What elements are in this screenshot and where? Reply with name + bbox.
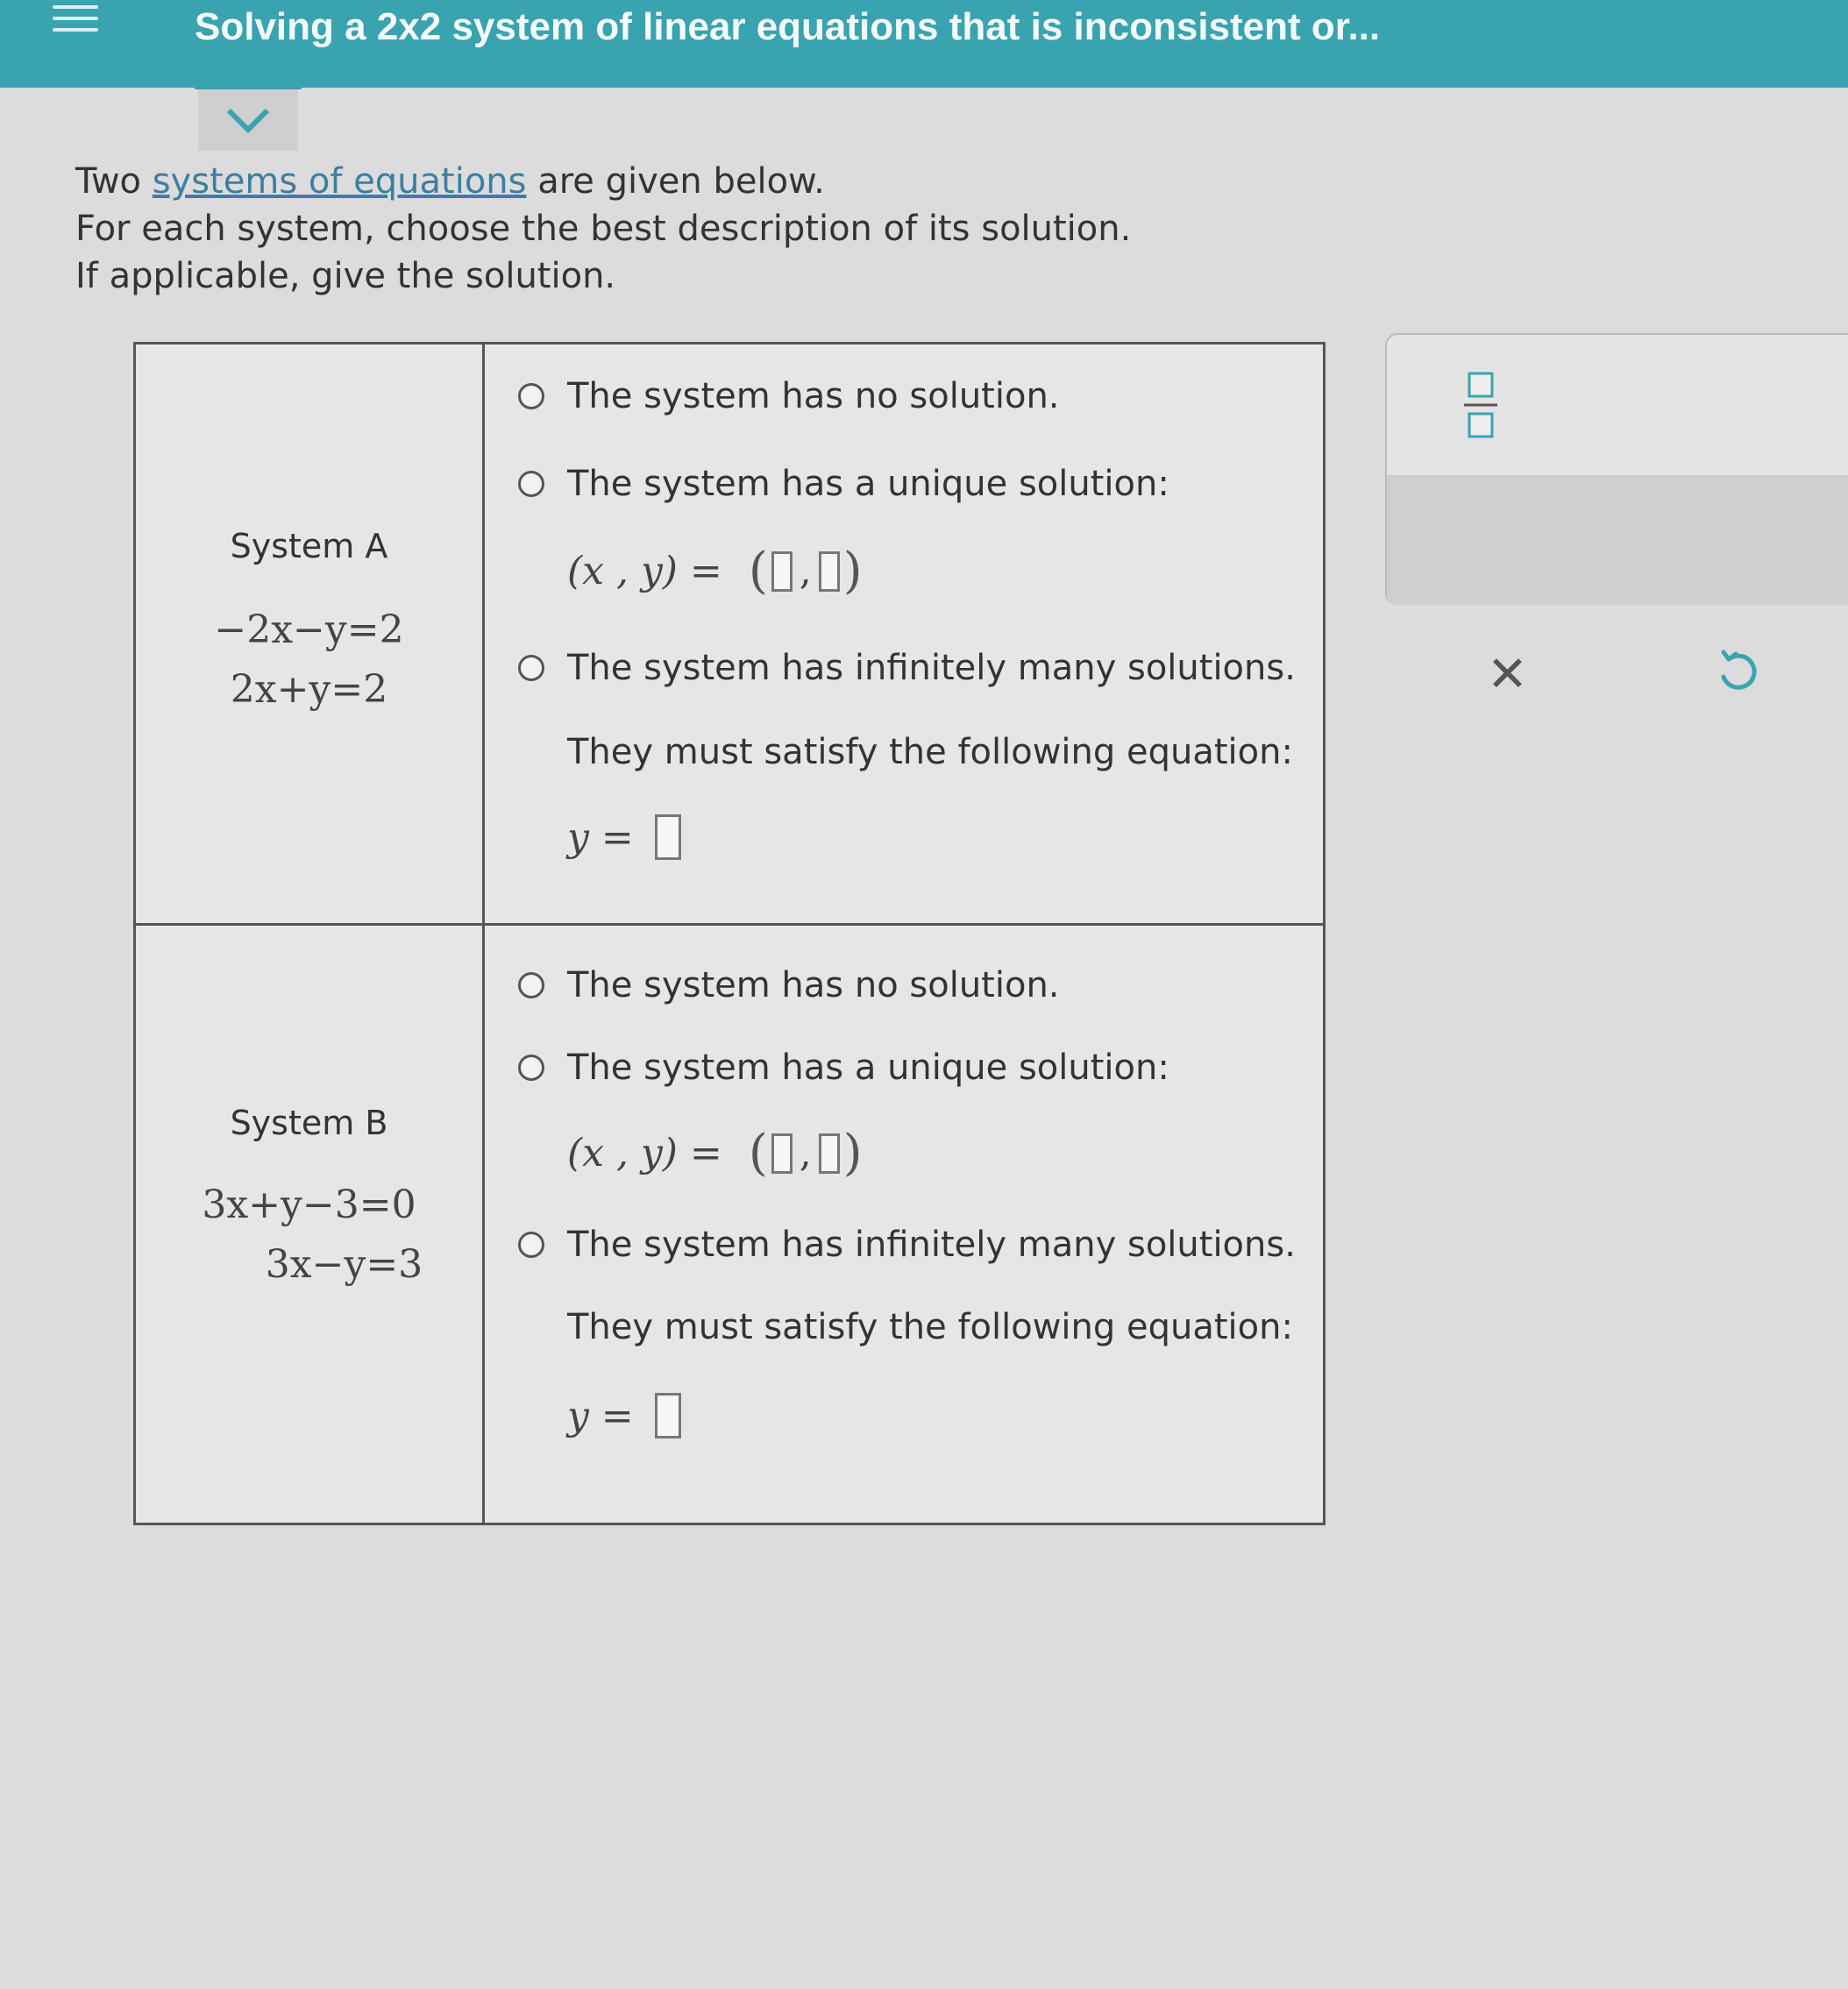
- tool-actions: ✕: [1387, 475, 1848, 700]
- menu-icon[interactable]: [53, 5, 98, 32]
- radio-button[interactable]: [518, 471, 544, 497]
- option-label: The system has no solution.: [567, 965, 1060, 1005]
- row-divider: [136, 923, 1323, 926]
- system-a-option-no-solution[interactable]: The system has no solution.: [518, 376, 1060, 416]
- system-a-label: System A: [230, 527, 388, 565]
- fraction-icon[interactable]: [1464, 370, 1497, 440]
- system-a-y-equation-input[interactable]: [654, 814, 681, 860]
- system-b-label: System B: [230, 1104, 388, 1142]
- pair-prefix: (x , y) =: [567, 1131, 722, 1176]
- option-label: The system has infinitely many solutions…: [567, 648, 1296, 688]
- column-divider: [482, 345, 485, 1523]
- system-b-x-input[interactable]: [771, 1133, 793, 1174]
- radio-button[interactable]: [518, 655, 544, 681]
- y-prefix: y =: [567, 814, 634, 860]
- intro-prefix: Two: [75, 161, 153, 202]
- system-b-pair-answer: (x , y) = ( , ): [567, 1125, 863, 1182]
- intro-suffix: are given below.: [526, 161, 825, 202]
- option-label: The system has infinitely many solutions…: [567, 1225, 1296, 1265]
- radio-button[interactable]: [518, 1055, 544, 1081]
- system-b-y-answer: y =: [567, 1393, 681, 1438]
- instruction-line-3: If applicable, give the solution.: [75, 256, 616, 296]
- system-a-option-unique-solution[interactable]: The system has a unique solution:: [518, 464, 1169, 504]
- page-title: Solving a 2x2 system of linear equations…: [195, 5, 1381, 48]
- radio-button[interactable]: [518, 383, 544, 409]
- system-b-y-equation-input[interactable]: [654, 1393, 681, 1438]
- system-a-x-input[interactable]: [771, 551, 793, 592]
- system-a-equation-1: −2x−y=2: [214, 607, 404, 652]
- math-tool-panel: ✕: [1385, 333, 1848, 700]
- option-label: The system has a unique solution:: [567, 1048, 1169, 1088]
- system-a-y-answer: y =: [567, 814, 681, 860]
- instructions: Two systems of equations are given below…: [75, 158, 1131, 300]
- y-prefix: y =: [567, 1393, 634, 1438]
- undo-icon[interactable]: [1713, 647, 1762, 696]
- system-a-satisfy-text: They must satisfy the following equation…: [567, 732, 1293, 772]
- system-b-satisfy-text: They must satisfy the following equation…: [567, 1307, 1293, 1347]
- pair-prefix: (x , y) =: [567, 549, 722, 593]
- option-label: The system has a unique solution:: [567, 464, 1169, 504]
- system-b-option-no-solution[interactable]: The system has no solution.: [518, 965, 1060, 1005]
- radio-button[interactable]: [518, 972, 544, 998]
- instruction-line-2: For each system, choose the best descrip…: [75, 209, 1132, 249]
- chevron-down-icon: [226, 108, 270, 134]
- system-b-equation-1: 3x+y−3=0: [202, 1183, 416, 1227]
- option-label: The system has no solution.: [567, 376, 1060, 416]
- system-b-option-infinite-solutions[interactable]: The system has infinitely many solutions…: [518, 1225, 1296, 1265]
- system-a-pair-answer: (x , y) = ( , ): [567, 543, 863, 600]
- systems-table: System A −2x−y=2 2x+y=2 The system has n…: [133, 342, 1326, 1525]
- system-b-y-input[interactable]: [818, 1133, 840, 1174]
- top-bar: Solving a 2x2 system of linear equations…: [0, 0, 1848, 88]
- system-a-y-input[interactable]: [818, 551, 840, 592]
- system-a-option-infinite-solutions[interactable]: The system has infinitely many solutions…: [518, 648, 1296, 688]
- system-b-option-unique-solution[interactable]: The system has a unique solution:: [518, 1048, 1169, 1088]
- collapse-button[interactable]: [198, 89, 298, 151]
- systems-of-equations-link[interactable]: systems of equations: [153, 161, 527, 202]
- system-b-equation-2: 3x−y=3: [265, 1242, 423, 1287]
- radio-button[interactable]: [518, 1232, 544, 1258]
- clear-icon[interactable]: ✕: [1487, 650, 1528, 700]
- system-a-equation-2: 2x+y=2: [230, 667, 388, 712]
